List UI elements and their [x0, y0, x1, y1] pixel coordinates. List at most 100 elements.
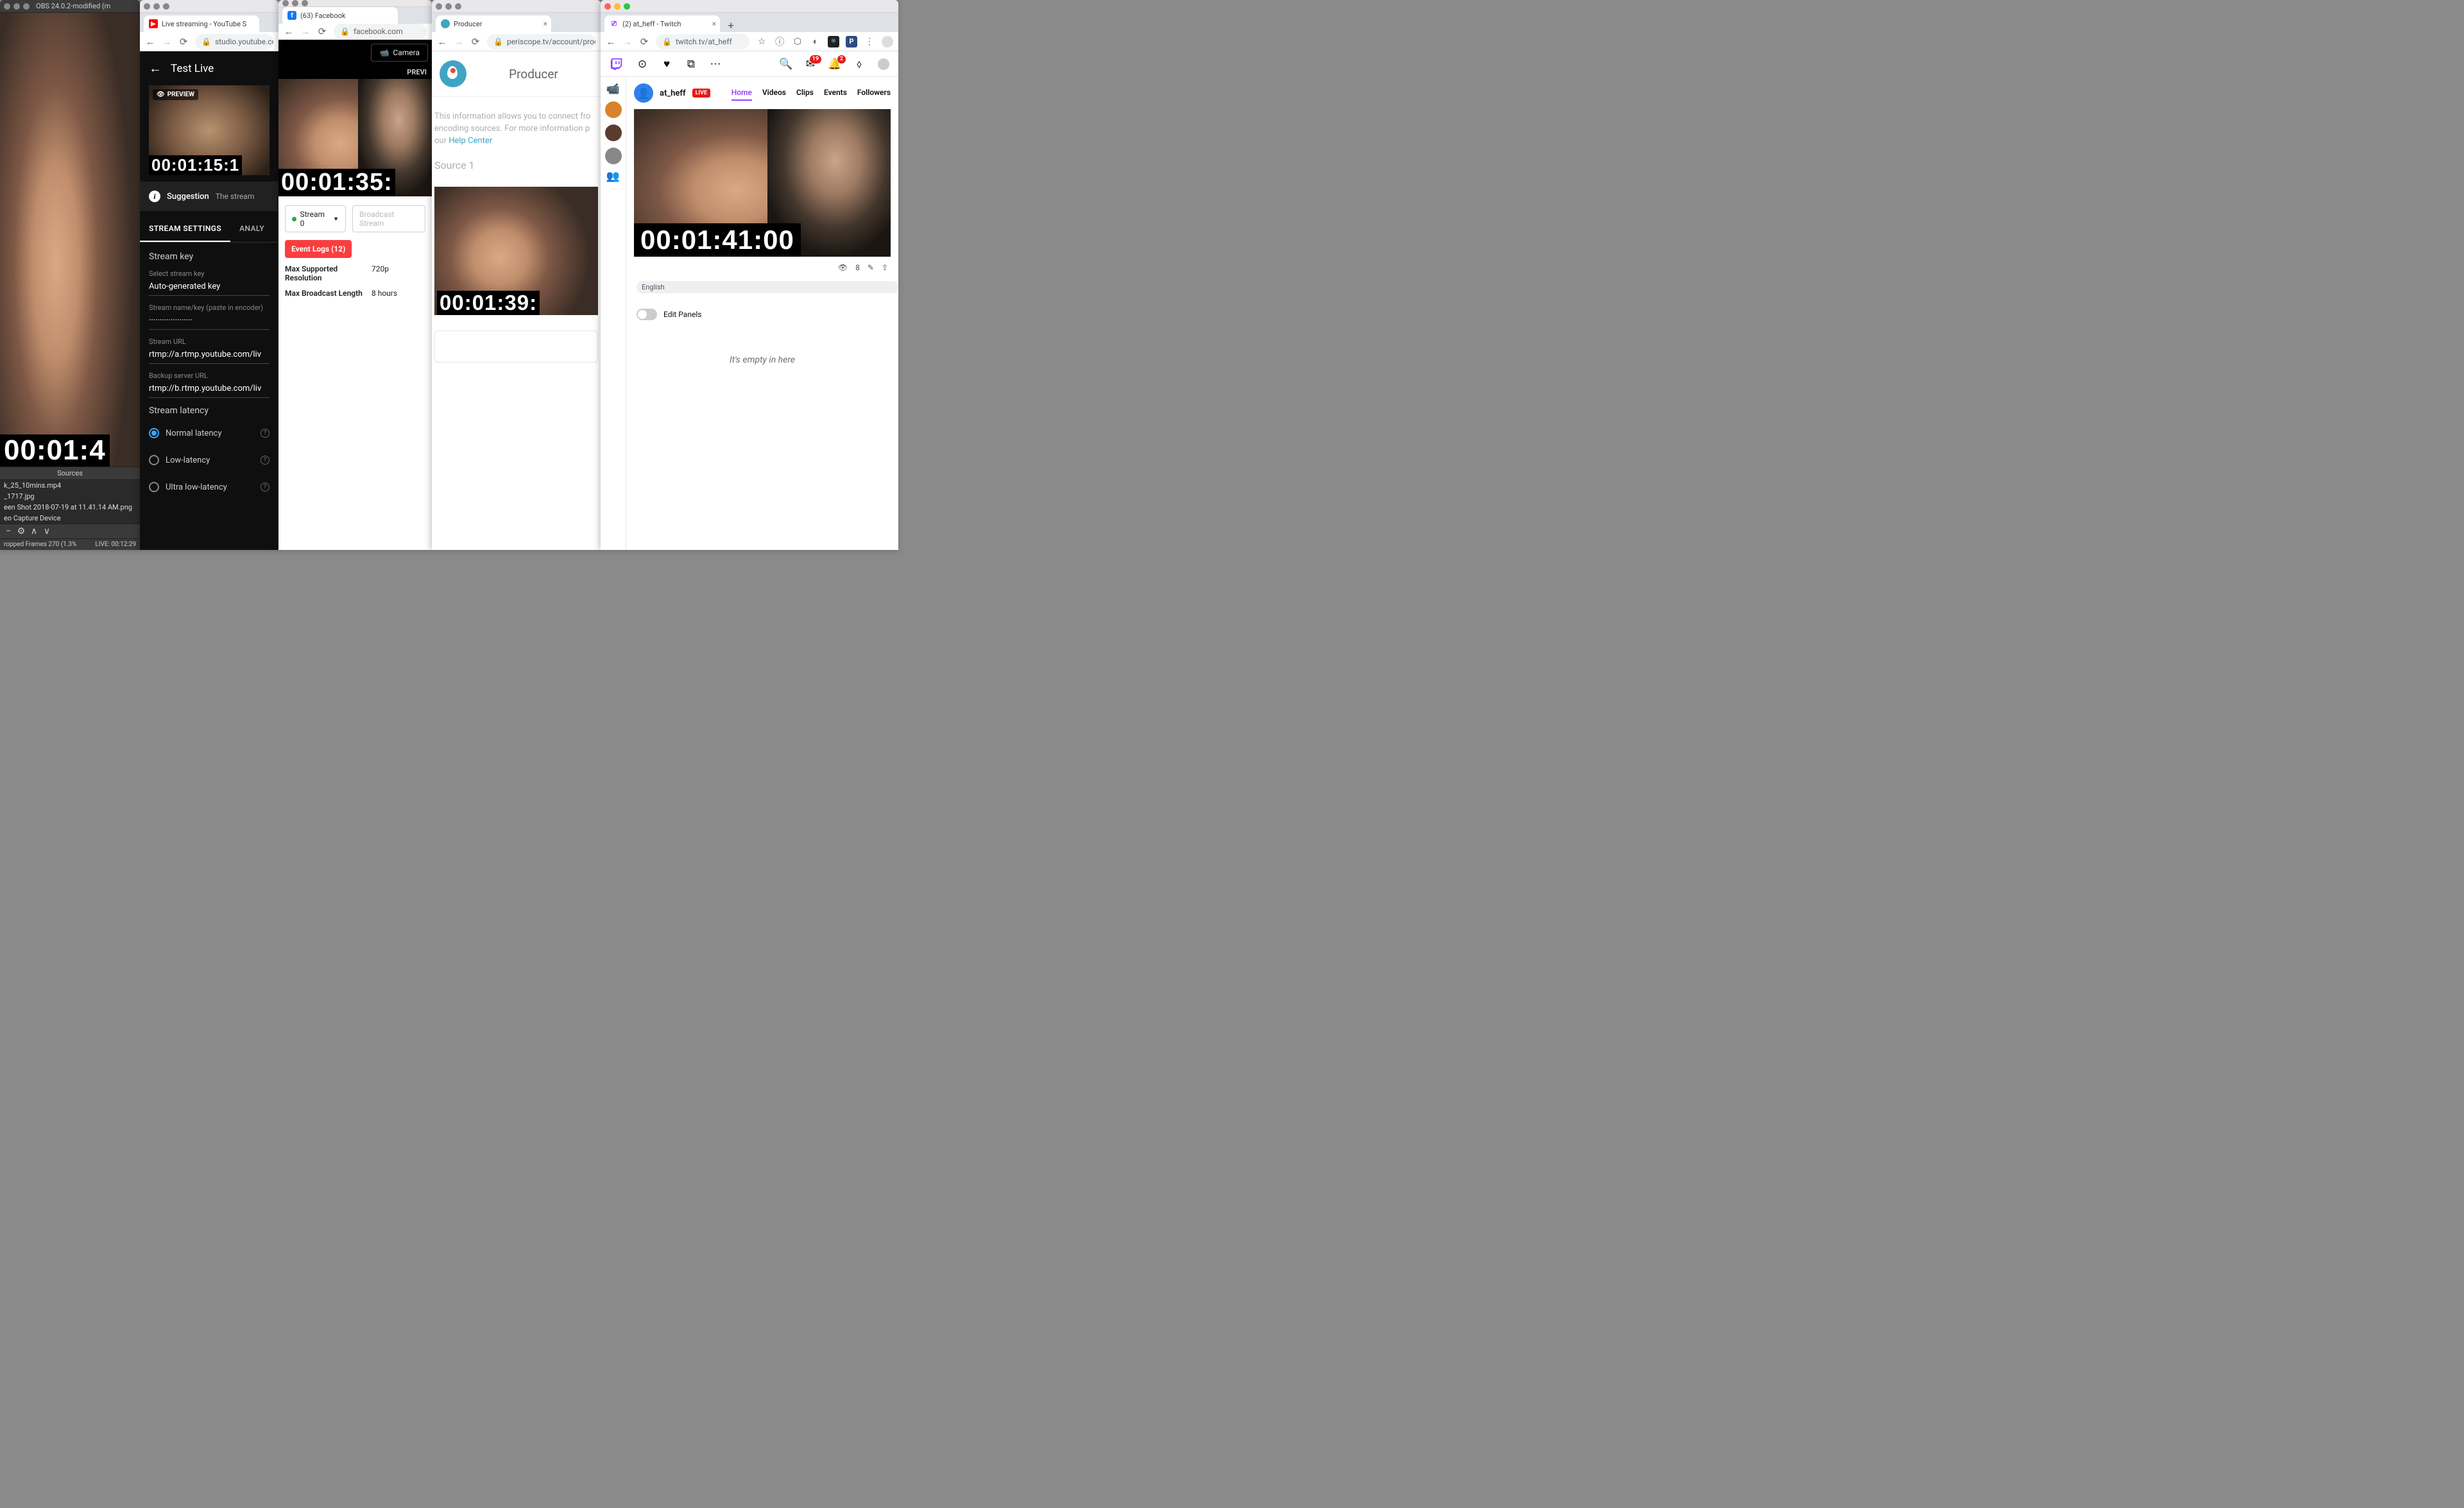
edit-panels-toggle[interactable]: [637, 309, 657, 320]
channel-username[interactable]: at_heff: [660, 89, 686, 98]
browser-tab[interactable]: Producer ×: [436, 15, 551, 32]
select-key-dropdown[interactable]: Auto-generated key: [149, 278, 270, 296]
win-dot[interactable]: [282, 0, 289, 6]
remove-source-icon[interactable]: −: [4, 526, 13, 536]
browser-tab[interactable]: ▶ Live streaming - YouTube S: [144, 15, 259, 32]
obs-max-dot[interactable]: [23, 3, 30, 10]
obs-preview[interactable]: 00:01:4: [0, 13, 140, 467]
obs-source-item[interactable]: eo Capture Device: [0, 513, 140, 524]
rail-channel-avatar[interactable]: [605, 124, 622, 141]
ps-preview-video[interactable]: 00:01:39:: [434, 187, 598, 315]
camera-button[interactable]: 📹Camera: [371, 44, 428, 62]
friends-icon[interactable]: 👥: [608, 171, 619, 182]
ext-icon[interactable]: ※: [828, 36, 839, 47]
ps-input-box[interactable]: [434, 330, 598, 363]
address-bar[interactable]: 🔒 facebook.com: [334, 24, 427, 39]
ps-titlebar[interactable]: [432, 0, 601, 13]
move-up-icon[interactable]: ∧: [30, 526, 38, 536]
edit-icon[interactable]: ✎: [868, 263, 874, 272]
camera-icon[interactable]: 📹: [608, 83, 619, 95]
ext-icon[interactable]: ◐: [810, 36, 821, 47]
twitch-logo-icon[interactable]: [610, 57, 624, 71]
latency-ultra[interactable]: Ultra low-latency?: [149, 477, 270, 497]
obs-source-item[interactable]: een Shot 2018-07-19 at 11.41.14 AM.png: [0, 502, 140, 513]
tab-events[interactable]: Events: [824, 85, 847, 101]
new-tab-button[interactable]: +: [724, 18, 738, 32]
share-icon[interactable]: ⇪: [882, 263, 888, 272]
win-dot[interactable]: [302, 0, 308, 6]
profile-icon[interactable]: [882, 36, 893, 47]
rail-channel-avatar[interactable]: [605, 148, 622, 164]
help-center-link[interactable]: Help Center: [449, 136, 492, 146]
tab-clips[interactable]: Clips: [796, 85, 814, 101]
forward-icon[interactable]: →: [622, 37, 633, 47]
obs-source-item[interactable]: k_25_10mins.mp4: [0, 480, 140, 491]
yt-titlebar[interactable]: [140, 0, 278, 13]
star-icon[interactable]: ☆: [756, 36, 767, 47]
rail-channel-avatar[interactable]: [605, 101, 622, 118]
back-icon[interactable]: ←: [145, 37, 155, 47]
event-logs-button[interactable]: Event Logs (12): [285, 240, 352, 258]
win-dot[interactable]: [153, 3, 160, 10]
periscope-logo-icon[interactable]: [440, 60, 466, 87]
close-tab-icon[interactable]: ×: [543, 19, 547, 28]
back-icon[interactable]: ←: [284, 26, 294, 37]
stream-selector[interactable]: Stream 0▼: [285, 205, 346, 232]
maximize-window-icon[interactable]: [624, 3, 630, 10]
obs-close-dot[interactable]: [4, 3, 10, 10]
obs-min-dot[interactable]: [13, 3, 20, 10]
more-icon[interactable]: ⋯: [710, 58, 721, 70]
forward-icon[interactable]: →: [300, 26, 311, 37]
forward-icon[interactable]: →: [454, 37, 464, 47]
help-icon[interactable]: ?: [261, 429, 270, 438]
move-down-icon[interactable]: ∨: [42, 526, 51, 536]
tab-followers[interactable]: Followers: [857, 85, 891, 101]
source-settings-icon[interactable]: ⚙: [17, 526, 26, 536]
fb-titlebar[interactable]: [278, 0, 432, 7]
tw-titlebar[interactable]: [601, 0, 898, 13]
address-bar[interactable]: 🔒 periscope.tv/account/produ: [487, 34, 595, 49]
win-dot[interactable]: [144, 3, 150, 10]
win-dot[interactable]: [163, 3, 169, 10]
tab-home[interactable]: Home: [732, 85, 752, 101]
reload-icon[interactable]: ⟳: [470, 37, 481, 47]
ext-icon[interactable]: ⓘ: [774, 36, 785, 47]
back-icon[interactable]: ←: [606, 37, 616, 47]
ext-icon[interactable]: P: [846, 36, 857, 47]
help-icon[interactable]: ?: [261, 483, 270, 492]
broadcast-button[interactable]: Broadcast Stream: [352, 205, 425, 232]
tw-player[interactable]: 00:01:41:00: [634, 109, 891, 257]
back-icon[interactable]: ←: [437, 37, 447, 47]
win-dot[interactable]: [292, 0, 298, 6]
minimize-window-icon[interactable]: [614, 3, 620, 10]
address-bar[interactable]: 🔒 twitch.tv/at_heff: [656, 34, 749, 49]
help-icon[interactable]: ?: [261, 456, 270, 465]
streamurl-field[interactable]: rtmp://a.rtmp.youtube.com/liv: [149, 346, 270, 364]
heart-icon[interactable]: ♥: [661, 58, 672, 70]
close-tab-icon[interactable]: ×: [712, 19, 716, 28]
reload-icon[interactable]: ⟳: [639, 37, 649, 47]
user-avatar-icon[interactable]: [878, 58, 889, 70]
inbox-icon[interactable]: ✉19: [805, 58, 816, 70]
yt-suggestion-bar[interactable]: i Suggestion The stream: [140, 182, 278, 211]
bits-icon[interactable]: ⬨: [853, 58, 865, 70]
close-window-icon[interactable]: [604, 3, 611, 10]
language-chip[interactable]: English: [637, 281, 898, 293]
obs-source-item[interactable]: _1717.jpg: [0, 491, 140, 502]
obs-titlebar[interactable]: OBS 24.0.2-modified (m: [0, 0, 140, 13]
win-dot[interactable]: [445, 3, 452, 10]
tab-analytics[interactable]: ANALY: [230, 216, 273, 242]
win-dot[interactable]: [455, 3, 461, 10]
forward-icon[interactable]: →: [162, 37, 172, 47]
ext-icon[interactable]: ⬡: [792, 36, 803, 47]
tab-videos[interactable]: Videos: [762, 85, 786, 101]
notifications-icon[interactable]: 🔔2: [829, 58, 841, 70]
compass-icon[interactable]: ⊙: [637, 58, 648, 70]
obs-sources-list[interactable]: k_25_10mins.mp4 _1717.jpg een Shot 2018-…: [0, 480, 140, 524]
win-dot[interactable]: [436, 3, 442, 10]
browser-tab[interactable]: f (63) Facebook: [282, 7, 398, 24]
reload-icon[interactable]: ⟳: [317, 26, 327, 37]
address-bar[interactable]: 🔒 studio.youtube.con: [195, 34, 273, 49]
fb-preview-video[interactable]: 00:01:35:: [278, 79, 432, 196]
latency-low[interactable]: Low-latency?: [149, 450, 270, 470]
